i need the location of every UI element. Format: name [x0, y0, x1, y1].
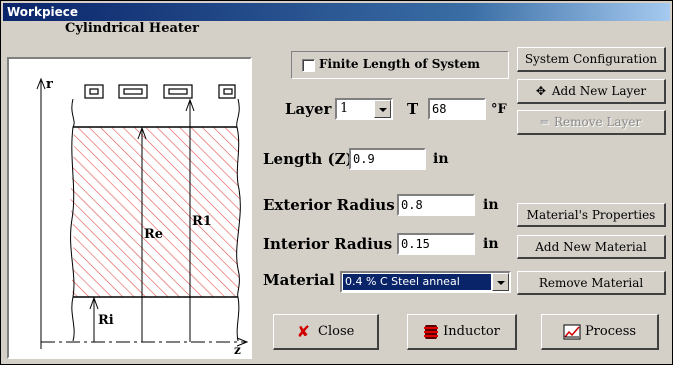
finite-length-checkbox[interactable] — [302, 59, 315, 72]
add-new-layer-label: Add New Layer — [551, 84, 647, 98]
inductor-icon — [424, 324, 439, 339]
temperature-unit: °F — [491, 102, 507, 117]
workpiece-hatch — [70, 127, 241, 297]
interior-radius-label: Interior Radius — [263, 235, 393, 253]
close-icon: ✘ — [296, 322, 311, 341]
process-chart-icon — [563, 324, 581, 339]
ri-label: Ri — [98, 313, 114, 328]
dim-ri — [89, 296, 99, 342]
close-label: Close — [318, 324, 355, 339]
system-configuration-button[interactable]: System Configuration — [517, 47, 666, 72]
r1-label: R1 — [192, 214, 212, 229]
diagram-title: Cylindrical Heater — [65, 21, 200, 36]
exterior-radius-unit: in — [483, 197, 499, 213]
exterior-radius-label: Exterior Radius — [263, 196, 395, 214]
interior-radius-unit: in — [483, 236, 499, 252]
add-new-layer-button[interactable]: ✥ Add New Layer — [517, 79, 666, 104]
interior-radius-input[interactable]: 0.15 — [397, 233, 475, 255]
close-button[interactable]: ✘ Close — [273, 314, 379, 350]
material-value: 0.4 % C Steel anneal — [343, 274, 491, 290]
layer-value: 1 — [340, 101, 349, 116]
length-input[interactable]: 0.9 — [349, 148, 426, 170]
add-new-material-label: Add New Material — [535, 239, 647, 254]
process-label: Process — [584, 324, 637, 339]
inductor-button[interactable]: Inductor — [407, 314, 517, 350]
length-label: Length (Z) — [263, 150, 353, 168]
material-select[interactable]: 0.4 % C Steel anneal — [340, 271, 511, 293]
workpiece-window: Workpiece Cylindrical Heater r z Re R1 R… — [0, 0, 673, 365]
remove-layer-button[interactable]: ═ Remove Layer — [517, 110, 666, 135]
cylinder-diagram-svg — [36, 77, 249, 349]
layer-label: Layer — [285, 100, 332, 118]
inductor-label: Inductor — [443, 324, 500, 339]
coil-turns — [84, 84, 236, 99]
add-layer-icon: ✥ — [535, 84, 546, 98]
remove-material-label: Remove Material — [538, 275, 644, 290]
layer-select[interactable]: 1 — [335, 98, 393, 120]
add-new-material-button[interactable]: Add New Material — [517, 235, 666, 259]
window-title: Workpiece — [3, 3, 670, 21]
system-configuration-label: System Configuration — [524, 52, 658, 66]
material-dropdown-arrow[interactable] — [492, 273, 509, 291]
re-label: Re — [144, 227, 164, 242]
cylinder-diagram: r z Re R1 Ri — [7, 57, 252, 359]
remove-material-button[interactable]: Remove Material — [517, 271, 666, 295]
temperature-label: T — [407, 100, 419, 118]
remove-layer-label: Remove Layer — [554, 115, 642, 129]
finite-length-label[interactable]: Finite Length of System — [319, 57, 480, 71]
z-axis-label: z — [234, 343, 241, 357]
material-label: Material — [263, 271, 335, 289]
length-unit: in — [433, 151, 449, 167]
r-axis-label: r — [46, 77, 53, 92]
material-properties-button[interactable]: Material's Properties — [517, 203, 666, 227]
material-properties-label: Material's Properties — [526, 207, 656, 222]
remove-layer-icon: ═ — [540, 115, 549, 129]
temperature-input[interactable]: 68 — [428, 98, 486, 120]
process-button[interactable]: Process — [541, 314, 659, 350]
exterior-radius-input[interactable]: 0.8 — [397, 194, 475, 216]
layer-dropdown-arrow[interactable] — [374, 100, 391, 118]
